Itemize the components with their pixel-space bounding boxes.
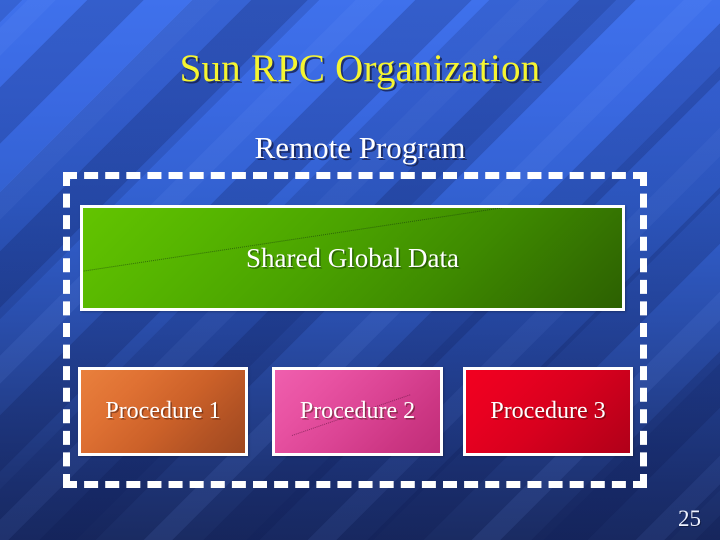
procedure-1-label: Procedure 1 <box>105 398 221 424</box>
shared-global-data-box: Shared Global Data <box>80 205 625 311</box>
procedure-2-label: Procedure 2 <box>299 398 416 424</box>
page-number: 25 <box>678 506 701 531</box>
procedure-1-box: Procedure 1 <box>78 367 248 456</box>
slide-canvas: Sun RPC Organization Remote Program Shar… <box>0 0 720 540</box>
remote-program-heading: Remote Program <box>254 130 466 165</box>
procedure-2-box: Procedure 2 <box>272 367 443 456</box>
procedure-3-box: Procedure 3 <box>463 367 633 456</box>
slide-title: Sun RPC Organization <box>179 47 541 90</box>
procedure-3-label: Procedure 3 <box>490 398 606 424</box>
shared-global-data-label: Shared Global Data <box>246 242 459 273</box>
